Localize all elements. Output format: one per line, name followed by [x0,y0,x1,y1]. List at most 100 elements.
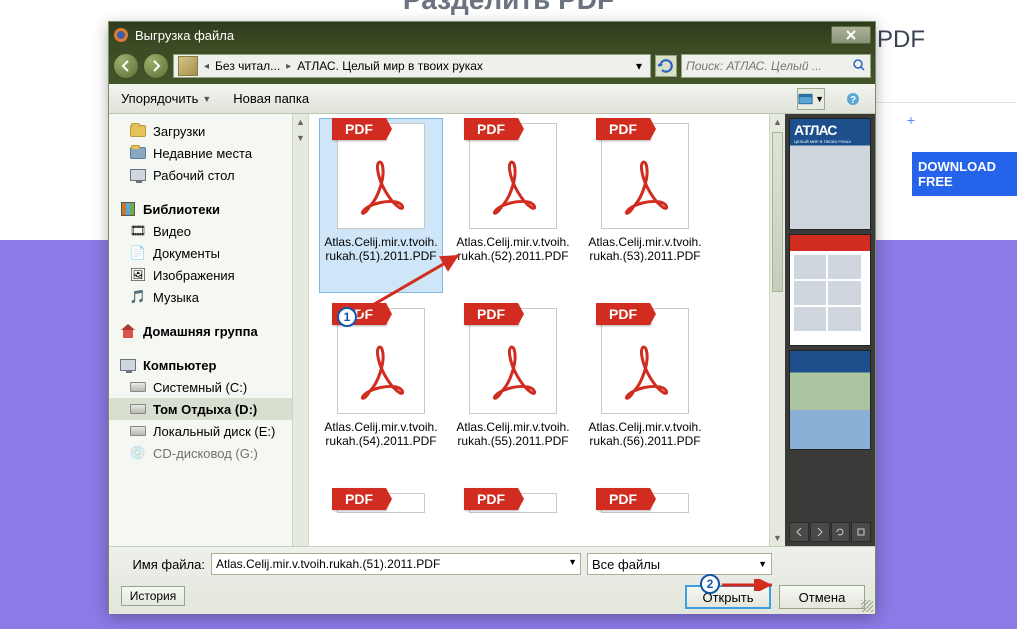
background-side-text: PDF [877,26,1017,76]
sidebar: Загрузки Недавние места Рабочий стол Биб… [109,114,309,546]
file-name: Atlas.Celij.mir.v.tvoih.rukah.(53).2011.… [588,235,702,263]
filename-label: Имя файла: [119,557,205,572]
preview-next-button[interactable] [810,522,830,542]
pdf-badge: PDF [596,303,650,325]
acrobat-icon [624,343,668,401]
preview-prev-button[interactable] [789,522,809,542]
music-icon: 🎵 [129,288,147,306]
computer-icon [119,356,137,374]
file-name: Atlas.Celij.mir.v.tvoih.rukah.(54).2011.… [324,420,438,448]
filename-input[interactable] [211,553,581,575]
file-item-partial[interactable]: PDF [451,488,575,524]
preview-pane: АТЛАС ЦЕЛЫЙ МИР В ТВОИХ РУКАХ [785,114,875,546]
pdf-thumbnail: PDF [601,308,689,414]
pdf-thumbnail: PDF [469,123,557,229]
pdf-badge: PDF [332,118,386,140]
desktop-icon [129,166,147,184]
sidebar-item-video[interactable]: 🎞Видео [109,220,308,242]
annotation-badge-1: 1 [337,307,357,327]
annotation-badge-2: 2 [700,574,720,594]
back-button[interactable] [113,53,139,79]
disk-icon [129,378,147,396]
file-item[interactable]: PDF Atlas.Celij.mir.v.tvoih.rukah.(55).2… [451,303,575,478]
homegroup-icon [119,322,137,340]
preview-rotate-button[interactable] [831,522,851,542]
download-button[interactable]: DOWNLOAD FREE [912,152,1017,196]
resize-grip[interactable] [861,600,873,612]
file-item[interactable]: PDF Atlas.Celij.mir.v.tvoih.rukah.(54).2… [319,303,443,478]
sidebar-group-homegroup[interactable]: Домашняя группа [109,320,308,342]
svg-text:?: ? [850,95,856,106]
preview-menu-button[interactable] [851,522,871,542]
sidebar-group-computer[interactable]: Компьютер [109,354,308,376]
cancel-button[interactable]: Отмена [779,585,865,609]
acrobat-icon [624,158,668,216]
sidebar-item-drive-c[interactable]: Системный (C:) [109,376,308,398]
sidebar-item-music[interactable]: 🎵Музыка [109,286,308,308]
filetype-select[interactable]: Все файлы▼ [587,553,772,575]
file-item-partial[interactable]: PDF [583,488,707,524]
acrobat-icon [492,343,536,401]
bg-plus[interactable]: + [907,112,915,128]
sidebar-item-drive-d[interactable]: Том Отдыха (D:) [109,398,308,420]
breadcrumb-part-1[interactable]: Без читал... [215,59,280,73]
search-input[interactable] [686,59,852,73]
page-title-behind: Разделить PDF [403,0,614,16]
sidebar-item-drive-e[interactable]: Локальный диск (E:) [109,420,308,442]
file-name: Atlas.Celij.mir.v.tvoih.rukah.(55).2011.… [456,420,570,448]
close-button[interactable] [831,26,871,44]
refresh-icon [656,56,676,76]
content-scrollbar[interactable]: ▲▼ [769,114,785,546]
search-box[interactable] [681,54,871,78]
forward-button[interactable] [143,53,169,79]
dialog-title: Выгрузка файла [135,28,831,43]
pdf-thumbnail: PDF [469,308,557,414]
file-list[interactable]: PDF Atlas.Celij.mir.v.tvoih.rukah.(51).2… [309,114,769,546]
preview-cover-title: АТЛАС [794,122,836,138]
close-icon [845,29,857,41]
libraries-icon [119,200,137,218]
sidebar-scrollbar[interactable]: ▲▼ [292,114,308,546]
downloads-icon [129,122,147,140]
view-icon [798,93,813,105]
annotation-arrow-1 [355,249,469,317]
chevron-left-icon: ◂ [204,61,209,72]
new-folder-button[interactable]: Новая папка [229,88,313,109]
file-item[interactable]: PDF Atlas.Celij.mir.v.tvoih.rukah.(56).2… [583,303,707,478]
file-content: PDF Atlas.Celij.mir.v.tvoih.rukah.(51).2… [309,114,875,546]
pdf-badge: PDF [464,118,518,140]
help-button[interactable]: ? [839,88,867,110]
file-item[interactable]: PDF Atlas.Celij.mir.v.tvoih.rukah.(52).2… [451,118,575,293]
organize-menu[interactable]: Упорядочить▼ [117,88,215,109]
file-item[interactable]: PDF Atlas.Celij.mir.v.tvoih.rukah.(53).2… [583,118,707,293]
disk-icon [129,400,147,418]
sidebar-item-downloads[interactable]: Загрузки [109,120,308,142]
firefox-icon [113,27,129,43]
preview-page-3[interactable] [789,350,871,450]
filename-dropdown-icon[interactable]: ▼ [568,557,577,567]
video-icon: 🎞 [129,222,147,240]
search-icon [852,58,866,75]
refresh-button[interactable] [655,55,677,77]
preview-page-1[interactable]: АТЛАС ЦЕЛЫЙ МИР В ТВОИХ РУКАХ [789,118,871,230]
documents-icon: 📄 [129,244,147,262]
main-area: Загрузки Недавние места Рабочий стол Биб… [109,114,875,546]
preview-page-2[interactable] [789,234,871,346]
file-name: Atlas.Celij.mir.v.tvoih.rukah.(56).2011.… [588,420,702,448]
sidebar-item-images[interactable]: 🖼Изображения [109,264,308,286]
toolbar: Упорядочить▼ Новая папка ▼ ? [109,84,875,114]
sidebar-item-drive-g[interactable]: 💿CD-дисковод (G:) [109,442,308,464]
history-button[interactable]: История [121,586,185,606]
acrobat-icon [360,158,404,216]
navigation-bar: ◂ Без читал... ▸ АТЛАС. Целый мир в твои… [109,48,875,84]
address-bar[interactable]: ◂ Без читал... ▸ АТЛАС. Целый мир в твои… [173,54,651,78]
address-dropdown[interactable]: ▾ [632,55,646,77]
sidebar-item-desktop[interactable]: Рабочий стол [109,164,308,186]
sidebar-group-libraries[interactable]: Библиотеки [109,198,308,220]
sidebar-item-recent[interactable]: Недавние места [109,142,308,164]
sidebar-item-documents[interactable]: 📄Документы [109,242,308,264]
file-item-partial[interactable]: PDF [319,488,443,524]
titlebar: Выгрузка файла [109,22,875,48]
view-mode-button[interactable]: ▼ [797,88,825,110]
breadcrumb-part-2[interactable]: АТЛАС. Целый мир в твоих руках [297,59,483,73]
